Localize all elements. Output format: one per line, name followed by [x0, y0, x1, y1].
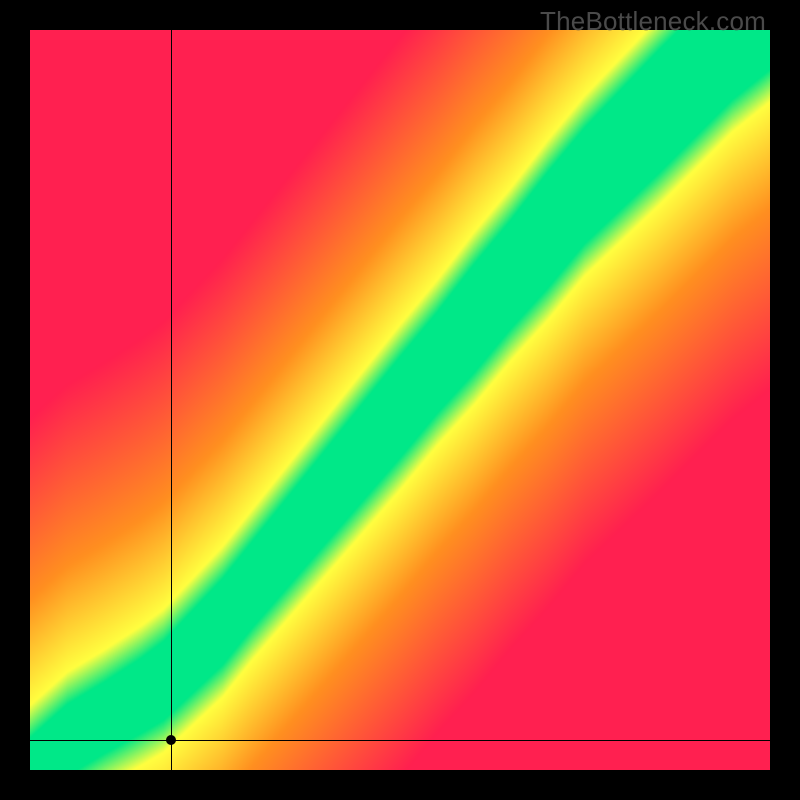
watermark-text: TheBottleneck.com	[540, 6, 766, 37]
crosshair-horizontal	[30, 740, 770, 741]
marker-dot	[166, 735, 176, 745]
heatmap-canvas	[30, 30, 770, 770]
heatmap-chart: TheBottleneck.com	[0, 0, 800, 800]
crosshair-vertical	[171, 30, 172, 770]
plot-area	[30, 30, 770, 770]
